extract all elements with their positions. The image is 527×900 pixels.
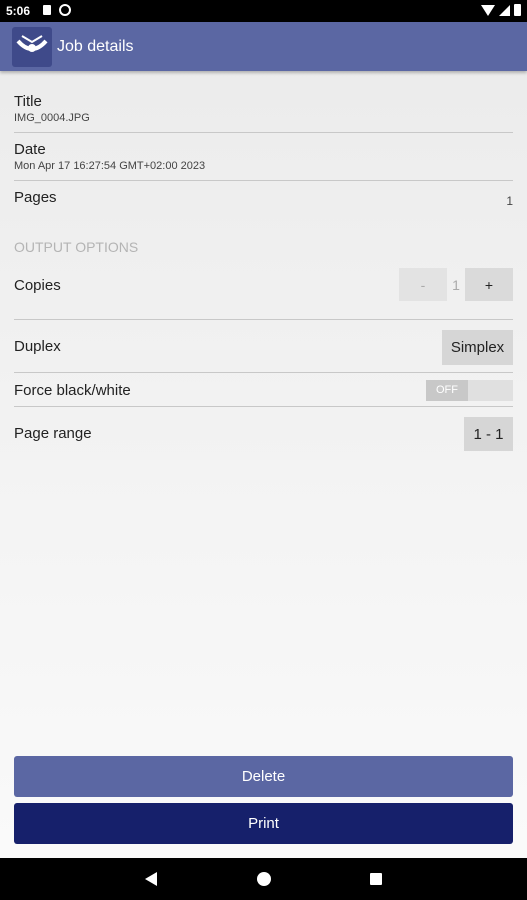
home-icon[interactable] <box>257 872 271 886</box>
date-value: Mon Apr 17 16:27:54 GMT+02:00 2023 <box>14 160 206 172</box>
delete-button[interactable]: Delete <box>14 756 513 797</box>
copies-label: Copies <box>14 277 61 294</box>
battery-icon <box>514 4 521 16</box>
recents-icon[interactable] <box>370 873 382 885</box>
wifi-icon <box>481 4 495 16</box>
title-row: Title IMG_0004.JPG <box>14 71 513 133</box>
title-value: IMG_0004.JPG <box>14 112 90 124</box>
status-time: 5:06 <box>6 4 31 18</box>
page-range-row: Page range 1 - 1 <box>14 407 513 453</box>
date-row: Date Mon Apr 17 16:27:54 GMT+02:00 2023 <box>14 133 513 181</box>
status-bar: 5:06 <box>0 0 527 22</box>
copies-increment-button[interactable]: + <box>465 268 513 301</box>
signal-icon <box>499 4 510 16</box>
force-bw-row: Force black/white OFF <box>14 373 513 407</box>
output-options-header: OUTPUT OPTIONS <box>14 239 139 255</box>
page-range-button[interactable]: 1 - 1 <box>464 417 513 451</box>
copies-decrement-button[interactable]: - <box>399 268 447 301</box>
action-buttons: Delete Print <box>14 756 513 844</box>
toolbar: Job details <box>0 22 527 71</box>
force-bw-label: Force black/white <box>14 382 131 399</box>
pages-row: Pages 1 <box>14 181 513 224</box>
toggle-knob: OFF <box>426 380 468 401</box>
pages-label: Pages <box>14 189 57 206</box>
job-details-content: Title IMG_0004.JPG Date Mon Apr 17 16:27… <box>0 71 527 453</box>
back-icon[interactable] <box>145 872 157 886</box>
navigation-bar <box>0 858 527 900</box>
duplex-label: Duplex <box>14 338 61 355</box>
force-bw-toggle[interactable]: OFF <box>426 380 513 401</box>
page-range-label: Page range <box>14 425 92 442</box>
duplex-button[interactable]: Simplex <box>442 330 513 365</box>
duplex-row: Duplex Simplex <box>14 320 513 373</box>
copies-stepper: - 1 + <box>399 268 513 301</box>
notification-icon <box>43 5 51 15</box>
print-button[interactable]: Print <box>14 803 513 844</box>
dnd-icon <box>59 4 71 16</box>
title-label: Title <box>14 93 42 110</box>
copies-value: 1 <box>452 276 460 293</box>
printer-app-icon[interactable] <box>12 26 52 67</box>
app-screen: Job details Title IMG_0004.JPG Date Mon … <box>0 22 527 858</box>
copies-row: Copies - 1 + <box>14 268 513 320</box>
page-title: Job details <box>57 37 134 55</box>
date-label: Date <box>14 141 46 158</box>
pages-value: 1 <box>506 194 513 208</box>
